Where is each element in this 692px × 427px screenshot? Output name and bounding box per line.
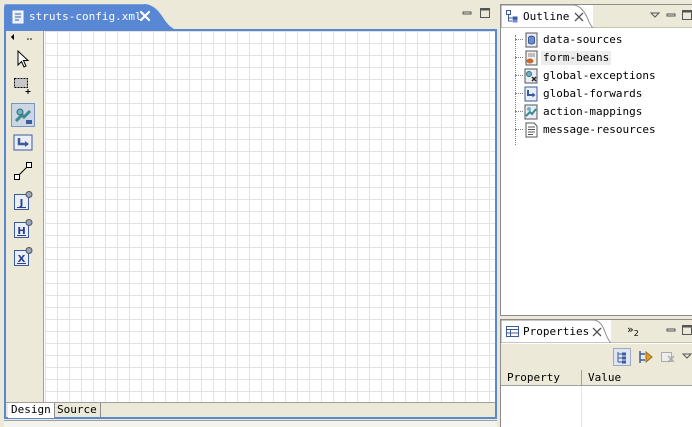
view-menu-icon[interactable] xyxy=(681,348,692,366)
editor-tab-bar: struts-config.xml xyxy=(4,4,497,29)
tree-item-label: form-beans xyxy=(541,51,612,65)
tree-item-global-forwards[interactable]: global-forwards xyxy=(501,85,692,103)
properties-title: Properties xyxy=(523,325,590,338)
properties-view: Properties »2 Property Value xyxy=(500,319,692,427)
editor-page-tabs: Design Source xyxy=(6,402,495,418)
filter-advanced-icon[interactable] xyxy=(637,348,655,366)
tree-item-data-sources[interactable]: data-sources xyxy=(501,31,692,49)
tool-palette: J H X xyxy=(6,31,44,402)
palette-collapse-icon[interactable] xyxy=(8,31,42,43)
properties-header: Properties »2 xyxy=(501,320,692,343)
minimize-icon[interactable] xyxy=(665,324,677,336)
global-forwards-icon xyxy=(524,86,538,102)
restore-default-icon[interactable] xyxy=(659,348,677,366)
chevron-double-right-icon: » xyxy=(627,323,634,336)
tab-outline[interactable]: Outline xyxy=(501,5,593,28)
connection-icon[interactable] xyxy=(11,159,35,183)
maximize-icon[interactable] xyxy=(681,9,692,21)
tab-properties[interactable]: Properties xyxy=(501,320,611,343)
tree-item-label: action-mappings xyxy=(543,105,643,118)
marquee-select-icon[interactable] xyxy=(11,73,35,97)
struts-file-icon xyxy=(12,10,24,24)
tree-item-label: global-exceptions xyxy=(543,69,656,82)
outline-title: Outline xyxy=(523,10,570,23)
minimize-icon[interactable] xyxy=(665,9,677,21)
message-resources-icon xyxy=(525,122,538,138)
tab-source[interactable]: Source xyxy=(54,403,101,418)
design-canvas[interactable] xyxy=(45,31,495,402)
maximize-icon[interactable] xyxy=(681,324,692,336)
overflow-views-button[interactable]: »2 xyxy=(627,323,639,338)
global-exceptions-icon xyxy=(524,68,538,84)
action-mappings-icon xyxy=(524,104,538,120)
editor-tab-label: struts-config.xml xyxy=(29,10,142,23)
editor-body: J H X Design Source xyxy=(4,29,497,419)
select-arrow-icon[interactable] xyxy=(11,47,35,71)
overflow-count: 2 xyxy=(633,329,639,339)
properties-toolbar xyxy=(501,344,692,370)
column-property[interactable]: Property xyxy=(501,370,582,386)
column-value[interactable]: Value xyxy=(582,370,692,386)
forward-icon[interactable] xyxy=(11,131,35,155)
jsp-page-icon[interactable]: J xyxy=(11,189,35,213)
tree-item-label: message-resources xyxy=(543,123,656,136)
bottom-panel-edge xyxy=(4,420,497,427)
xhtml-page-icon[interactable]: X xyxy=(11,245,35,269)
tree-item-label: data-sources xyxy=(543,33,623,46)
tree-item-message-resources[interactable]: message-resources xyxy=(501,121,692,139)
tree-item-form-beans[interactable]: form-beans xyxy=(501,49,692,67)
editor-tab-struts-config[interactable]: struts-config.xml xyxy=(4,4,174,29)
data-sources-icon xyxy=(525,32,538,48)
outline-icon xyxy=(506,10,518,23)
minimize-icon[interactable] xyxy=(461,7,473,19)
html-page-icon[interactable]: H xyxy=(11,217,35,241)
outline-header: Outline xyxy=(501,5,692,28)
close-icon[interactable] xyxy=(138,9,152,23)
action-icon[interactable] xyxy=(11,103,35,127)
show-categories-icon[interactable] xyxy=(613,348,631,366)
properties-icon xyxy=(506,326,519,337)
tree-item-global-exceptions[interactable]: global-exceptions xyxy=(501,67,692,85)
column-divider xyxy=(581,386,582,427)
tab-design[interactable]: Design xyxy=(8,403,55,418)
form-beans-icon xyxy=(525,50,538,66)
maximize-icon[interactable] xyxy=(479,7,491,19)
editor-area: struts-config.xml J H X Design Source xyxy=(4,4,497,419)
tree-item-action-mappings[interactable]: action-mappings xyxy=(501,103,692,121)
outline-view: Outline data-sources form-beans global-e… xyxy=(500,4,692,316)
tree-item-label: global-forwards xyxy=(543,87,643,100)
close-icon[interactable] xyxy=(573,11,585,23)
properties-table-header: Property Value xyxy=(501,370,692,386)
close-icon[interactable] xyxy=(591,326,603,338)
view-menu-icon[interactable] xyxy=(649,9,661,21)
